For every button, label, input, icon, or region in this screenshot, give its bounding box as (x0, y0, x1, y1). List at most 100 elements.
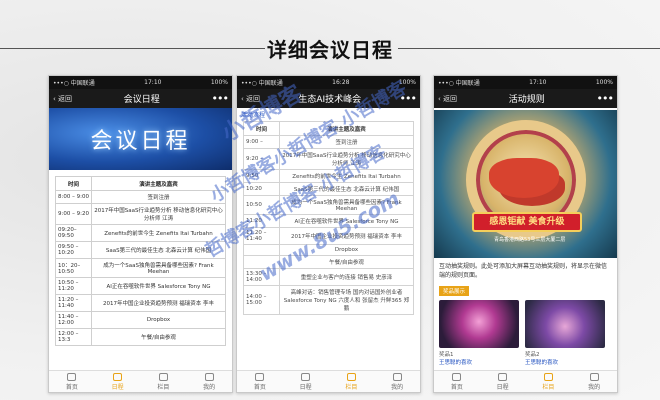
tab-home[interactable]: 首页 (65, 372, 78, 391)
table-row: 9:20 –2017年中国SaaS行业趋势分析 移动信息化研究中心 分析师 江涛 (243, 148, 414, 170)
table-row: 9:00 – 9:20 2017年中国SaaS行业趋势分析 移动信息化研究中心 分… (55, 203, 226, 225)
table-row: 10:20 SaaS第三代的最佳生态 北森云计算 纪伟国 (243, 182, 414, 196)
poster-address: 青岛香港西路53号三层大厦二层 (494, 237, 566, 243)
row-time: 10:50 (243, 195, 280, 215)
row-time (243, 255, 280, 269)
tab-column[interactable]: 栏目 (345, 372, 358, 391)
row-topic: 签到注册 (279, 135, 414, 149)
lobster-graphic (489, 158, 559, 198)
phone-screenshot-rules: •••○ 中国联通 17:10 100% ‹ 返回 活动规则 ••• 感恩钜献 … (433, 75, 618, 393)
table-header-time: 时间 (55, 176, 92, 191)
banner-text: 会议日程 (90, 129, 191, 154)
prize-card[interactable]: 奖品2 王思聪的喜欢 (525, 300, 605, 366)
table-row: 9:00 – 签到注册 (243, 135, 414, 149)
more-icon[interactable]: ••• (212, 93, 229, 104)
row-topic: 2017年中国企业投资趋势预测 福瑞资本 李丰 (279, 227, 414, 245)
table-row: 11:20 – 11:40 2017年中国企业投资趋势预测 福瑞资本 李丰 (55, 294, 226, 312)
schedule-table: 时间 演讲主题及嘉宾 8:00 – 9:00 签到注册 9:00 – 9:20 20… (55, 176, 226, 346)
clock-label: 17:10 (144, 79, 162, 86)
row-time: 10:50 – 11:20 (55, 277, 92, 295)
tab-label: 我的 (391, 383, 404, 391)
nav-title: 活动规则 (508, 95, 545, 105)
clock-label: 17:10 (529, 79, 547, 86)
row-topic: SaaS第三代的最佳生态 北森云计算 纪伟国 (91, 241, 226, 259)
back-button[interactable]: ‹ 返回 (241, 94, 260, 104)
row-topic: 午餐/自由参观 (279, 255, 414, 269)
row-time: 14:00 – 15:00 (243, 285, 280, 315)
phone-screenshot-schedule: •••○ 中国联通 17:10 100% ‹ 返回 会议日程 ••• 会议日程 … (48, 75, 233, 393)
prize-section-label: 奖品展示 (439, 286, 469, 296)
row-topic: 2017年中国SaaS行业趋势分析 移动信息化研究中心 分析师 江涛 (91, 203, 226, 225)
row-time: 9:20 – (243, 148, 280, 170)
tab-label: 栏目 (157, 383, 170, 391)
home-icon (67, 372, 77, 381)
table-header-time: 时间 (243, 121, 280, 136)
rule-description: 互动抽奖规则。此处可添加大屏幕互动抽奖规则，将显示在微信端的规则页面。 (439, 263, 608, 279)
table-row: 11:20 – 11:40 2017年中国企业投资趋势预测 福瑞资本 李丰 (243, 227, 414, 245)
calendar-icon (113, 372, 123, 381)
status-bar: •••○ 中国联通 16:28 100% (237, 76, 420, 89)
table-row: 10:50 成为一个SaaS独角兽需具备哪些因素? Frank Meehan (243, 195, 414, 215)
row-time: 10:20 (243, 182, 280, 196)
calendar-icon (301, 372, 311, 381)
tab-schedule[interactable]: 日程 (299, 372, 312, 391)
prize-card[interactable]: 奖品1 王思聪的喜欢 (439, 300, 519, 366)
row-time: 11:40 – 12:00 (55, 311, 92, 329)
table-row: 13:30 – 14:00 重塑企业与客户的连接 销售易 史彦泽 (243, 268, 414, 286)
nav-bar: ‹ 返回 生态AI技术峰会 ••• (237, 89, 420, 108)
row-topic: 重塑企业与客户的连接 销售易 史彦泽 (279, 268, 414, 286)
tab-mine[interactable]: 我的 (391, 372, 404, 391)
row-topic: 成为一个SaaS独角兽需具备哪些因素? Frank Meehan (279, 195, 414, 215)
row-time: 11:20 – 11:40 (243, 227, 280, 245)
more-icon[interactable]: ••• (400, 93, 417, 104)
table-header-topic: 演讲主题及嘉宾 (279, 121, 414, 136)
more-icon[interactable]: ••• (597, 93, 614, 104)
status-bar: •••○ 中国联通 17:10 100% (49, 76, 232, 89)
calendar-icon (498, 372, 508, 381)
tab-bar: 首页 日程 栏目 我的 (237, 370, 420, 392)
tab-mine[interactable]: 我的 (588, 372, 601, 391)
user-icon (392, 372, 402, 381)
back-label: 返回 (246, 94, 261, 103)
row-time: 13:30 – 14:00 (243, 268, 280, 286)
table-row: 10:50 – 11:20 AI正在吞噬软件世界 Salesforce Tony … (55, 277, 226, 295)
carrier-label: •••○ 中国联通 (438, 80, 480, 87)
tab-label: 首页 (253, 383, 266, 391)
tab-schedule[interactable]: 日程 (496, 372, 509, 391)
tab-label: 日程 (299, 383, 312, 391)
tab-label: 首页 (65, 383, 78, 391)
grid-icon (346, 372, 356, 381)
tab-label: 日程 (496, 383, 509, 391)
back-button[interactable]: ‹ 返回 (438, 94, 457, 104)
table-header-row: 时间 演讲主题及嘉宾 (55, 176, 226, 191)
tab-home[interactable]: 首页 (451, 372, 463, 391)
row-topic: 2017年中国企业投资趋势预测 福瑞资本 李丰 (91, 294, 226, 312)
table-row: 09:20–09:50 Zenefits的前世今生 Zenefits Itai T… (55, 224, 226, 242)
tab-label: 栏目 (345, 383, 358, 391)
tab-column[interactable]: 栏目 (542, 372, 555, 391)
row-topic: Zenefits的前世今生 Zenefits Itai Turbahn (279, 169, 414, 183)
battery-label: 100% (398, 79, 416, 86)
battery-label: 100% (595, 79, 613, 86)
tab-schedule[interactable]: 日程 (111, 372, 124, 391)
table-row: 9:50 Zenefits的前世今生 Zenefits Itai Turbahn (243, 169, 414, 183)
table-row: 8:00 – 9:00 签到注册 (55, 190, 226, 204)
nav-title: 会议日程 (123, 95, 160, 105)
section-label: 活动流程 (241, 112, 266, 119)
row-topic: 午餐/自由参观 (91, 328, 226, 346)
tab-mine[interactable]: 我的 (203, 372, 215, 391)
event-poster: 感恩钜献 美食升级 青岛香港西路53号三层大厦二层 (434, 110, 617, 258)
back-button[interactable]: ‹ 返回 (53, 94, 72, 104)
tab-home[interactable]: 首页 (253, 372, 266, 391)
tab-column[interactable]: 栏目 (157, 372, 170, 391)
back-label: 返回 (443, 94, 458, 103)
tab-label: 栏目 (542, 383, 555, 391)
tab-label: 日程 (111, 383, 124, 391)
row-time: 11:20 (243, 214, 280, 228)
prize-image (525, 300, 605, 348)
tab-label: 我的 (588, 383, 601, 391)
row-topic: 高峰对话：销售管理专场 国内对话国外创业者 Salesforce Tony NG… (279, 285, 414, 315)
carrier-label: •••○ 中国联通 (53, 80, 95, 87)
prize-name: 王思聪的喜欢 (439, 360, 473, 366)
home-icon (452, 372, 462, 381)
